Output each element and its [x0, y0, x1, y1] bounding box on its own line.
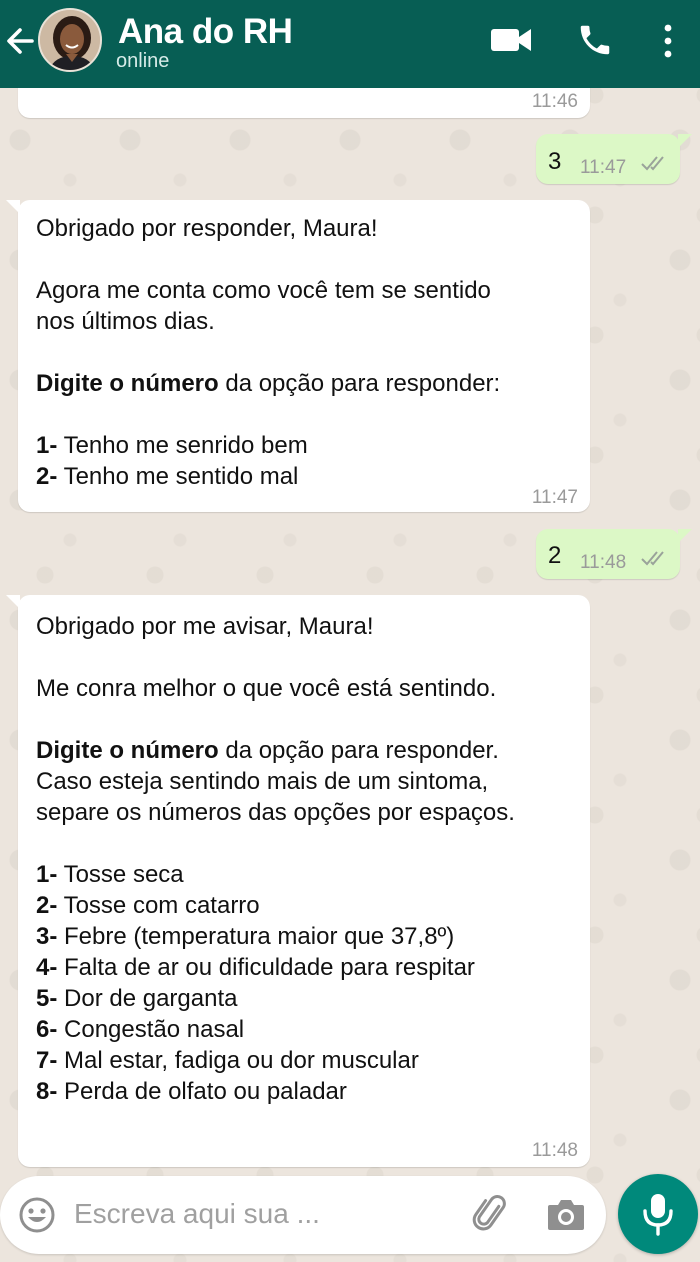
video-camera-icon[interactable] [490, 24, 532, 56]
message-bubble-outgoing: 2 11:48 [536, 529, 692, 579]
message-line [36, 337, 500, 368]
message-bubble-outgoing: 3 11:47 [536, 134, 692, 184]
record-voice-button[interactable] [618, 1174, 698, 1254]
message-text: 3 [548, 148, 562, 175]
message-line: separe os números das opções por espaços… [36, 799, 515, 826]
avatar[interactable] [38, 8, 102, 72]
message-line: 2- Tosse com catarro [36, 892, 260, 919]
more-vertical-icon[interactable] [658, 22, 678, 60]
message-line: 8- Perda de olfato ou paladar [36, 1078, 347, 1105]
message-line: Digite o número da opção para responder: [36, 370, 501, 397]
message-line [36, 399, 500, 430]
message-line [36, 244, 500, 275]
message-line [36, 828, 515, 859]
message-text: Obrigado por me avisar, Maura! Me conra m… [36, 611, 515, 1107]
message-line: 4- Falta de ar ou dificuldade para respi… [36, 954, 475, 981]
message-line [36, 704, 515, 735]
arrow-left-icon[interactable] [4, 22, 36, 60]
message-composer [0, 1176, 606, 1254]
message-time: 11:47 [580, 157, 627, 178]
phone-icon[interactable] [576, 20, 614, 60]
contact-status: online [116, 50, 170, 72]
message-line: Agora me conta como você tem se sentido [36, 277, 491, 304]
message-line: Me conra melhor o que você está sentindo… [36, 675, 497, 702]
message-time: 11:46 [531, 91, 578, 112]
smiley-icon[interactable] [18, 1196, 56, 1234]
message-line: nos últimos dias. [36, 308, 215, 335]
double-check-icon [641, 551, 664, 566]
message-text: Obrigado por responder, Maura! Agora me c… [36, 213, 500, 492]
message-time: 11:47 [531, 487, 578, 508]
message-line: 1- Tenho me senrido bem [36, 432, 308, 459]
paperclip-icon[interactable] [470, 1194, 510, 1234]
message-line: 7- Mal estar, fadiga ou dor muscular [36, 1047, 419, 1074]
message-line: Obrigado por responder, Maura! [36, 215, 378, 242]
camera-icon[interactable] [546, 1196, 586, 1232]
message-line [36, 642, 515, 673]
message-text: 2 [548, 542, 562, 569]
message-bubble-incoming: Obrigado por me avisar, Maura! Me conra m… [6, 595, 590, 1167]
microphone-icon [643, 1194, 673, 1236]
contact-name[interactable]: Ana do RH [118, 12, 293, 52]
message-line: 2- Tenho me sentido mal [36, 463, 299, 490]
message-line: 3- Febre (temperatura maior que 37,8º) [36, 923, 455, 950]
chat-header: Ana do RH online [0, 0, 700, 88]
message-input[interactable] [74, 1194, 454, 1234]
double-check-icon [641, 156, 664, 171]
message-line: 6- Congestão nasal [36, 1016, 245, 1043]
message-bubble-incoming: Obrigado por responder, Maura! Agora me c… [6, 200, 590, 512]
message-line: Caso esteja sentindo mais de um sintoma, [36, 768, 489, 795]
message-time: 11:48 [580, 552, 627, 573]
message-line: 5- Dor de garganta [36, 985, 238, 1012]
message-line: Obrigado por me avisar, Maura! [36, 613, 374, 640]
message-time: 11:48 [531, 1140, 578, 1161]
message-line: 1- Tosse seca [36, 861, 184, 888]
message-line: Digite o número da opção para responder. [36, 737, 499, 764]
